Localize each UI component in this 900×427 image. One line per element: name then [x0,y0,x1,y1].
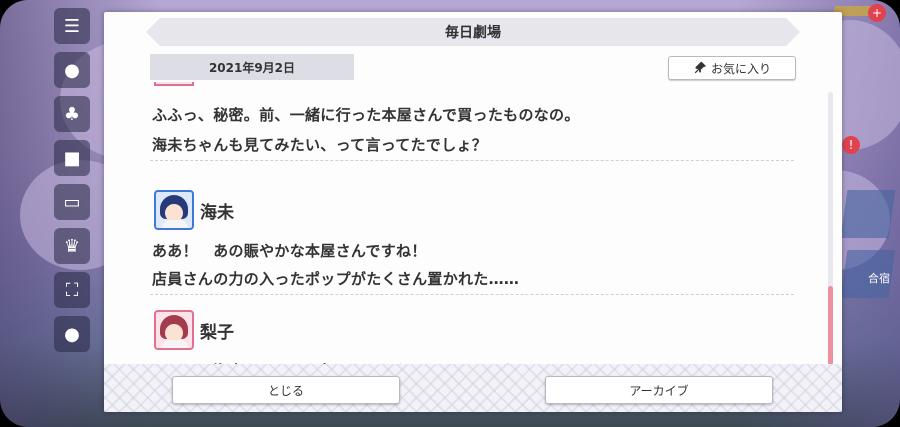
message-divider [150,294,794,295]
dialog-footer: とじる アーカイブ [104,364,842,412]
dialog-title: 毎日劇場 [146,18,800,46]
alert-badge-icon[interactable]: ! [842,136,860,154]
gift-icon[interactable]: ■ [54,140,90,176]
favorite-label: お気に入り [710,61,771,76]
umi-avatar [154,190,194,230]
daily-theater-dialog: 毎日劇場 2021年9月2日 お気に入り ふふっ、秘密。前、一緒に行った本屋さん… [104,12,842,412]
riko-avatar-partial [154,82,194,86]
message-log[interactable]: ふふっ、秘密。前、一緒に行った本屋さんで買ったものなの。 海未ちゃんも見てみたい… [150,82,794,372]
camp-label: 合宿 [868,272,890,285]
monitor-icon[interactable]: ▭ [54,184,90,220]
date-label: 2021年9月2日 [150,54,354,80]
right-menu-rail: + 合宿 [834,0,900,427]
speaker: 海未 [154,190,234,230]
scrollbar[interactable] [828,92,833,394]
pin-icon [694,61,707,74]
plus-badge-icon[interactable]: + [868,4,886,22]
present-icon[interactable]: ♣ [54,96,90,132]
trophy-icon[interactable]: ♛ [54,228,90,264]
favorite-button[interactable]: お気に入り [668,56,796,80]
message-divider [150,160,794,161]
left-menu-rail: ☰ ● ♣ ■ ▭ ♛ ⛶ ● [48,0,96,427]
speaker-name: 梨子 [200,322,234,343]
speaker-name: 海未 [200,202,234,223]
message-line: ああ！ あの賑やかな本屋さんですね！ [152,242,427,260]
close-button[interactable]: とじる [172,376,400,404]
speaker: 梨子 [154,310,234,350]
archive-button[interactable]: アーカイブ [545,376,773,404]
side-menu-button[interactable] [840,190,896,238]
fullscreen-icon[interactable]: ⛶ [54,272,90,308]
menu-hamburger-icon[interactable]: ☰ [54,8,90,44]
riko-avatar [154,310,194,350]
profile-icon[interactable]: ● [54,316,90,352]
chat-icon[interactable]: ● [54,52,90,88]
message-line: ふふっ、秘密。前、一緒に行った本屋さんで買ったものなの。 [152,106,580,124]
message-line: 海未ちゃんも見てみたい、って言ってたでしょ？ [152,136,488,154]
message-line: 店員さんの力の入ったポップがたくさん置かれた…… [152,270,520,288]
